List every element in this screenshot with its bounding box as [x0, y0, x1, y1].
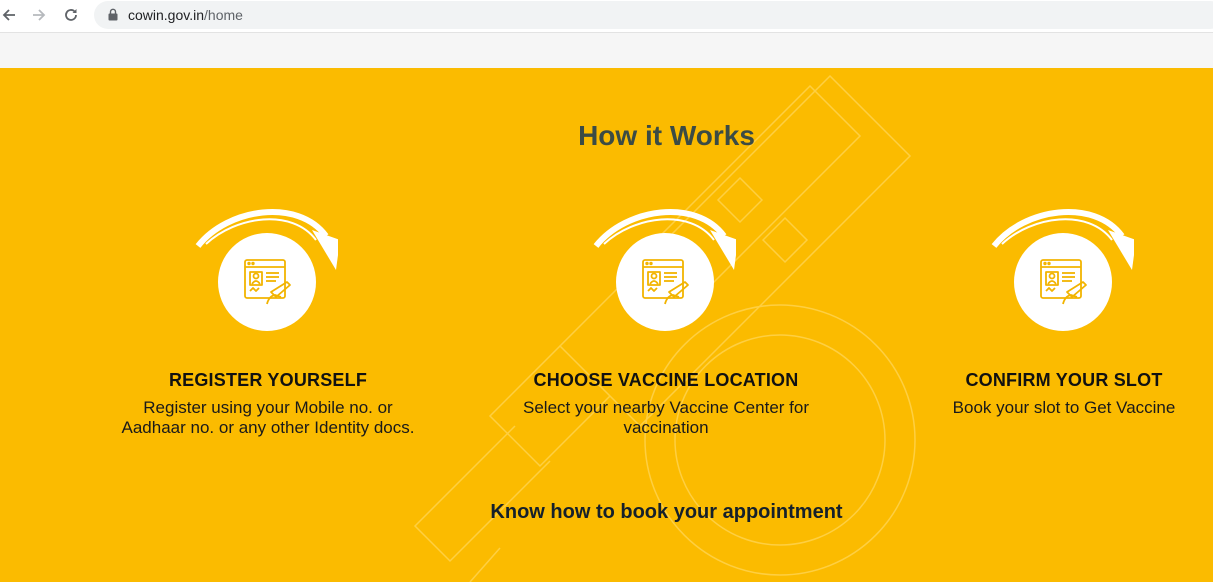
browser-toolbar: cowin.gov.in/home [0, 0, 1213, 32]
section-title: How it Works [578, 120, 755, 151]
step-icon-circle [1014, 233, 1112, 331]
step-icon-circle [616, 233, 714, 331]
step-description: Book your slot to Get Vaccine [952, 398, 1176, 417]
lock-icon [108, 8, 118, 21]
step-register: REGISTER YOURSELF Register using your Mo… [118, 198, 418, 437]
url-domain: cowin.gov.in [128, 7, 205, 23]
step-title: CHOOSE VACCINE LOCATION [533, 370, 799, 390]
forward-button[interactable] [28, 4, 50, 26]
registration-form-icon [1040, 259, 1087, 305]
page-header-strip [0, 32, 1213, 68]
know-how-to-book-link[interactable]: Know how to book your appointment [0, 501, 1213, 524]
step-title: REGISTER YOURSELF [168, 370, 368, 390]
address-bar[interactable]: cowin.gov.in/home [94, 1, 1213, 29]
step-graphic [516, 198, 816, 338]
step-choose-location: CHOOSE VACCINE LOCATION Select your near… [516, 198, 816, 437]
step-icon-circle [218, 233, 316, 331]
step-description: Register using your Mobile no. or Aadhaa… [121, 398, 415, 437]
reload-icon [65, 9, 77, 21]
step-confirm-slot: CONFIRM YOUR SLOT Book your slot to Get … [914, 198, 1213, 417]
url-text: cowin.gov.in/home [128, 7, 243, 23]
back-button[interactable] [0, 4, 20, 26]
forward-icon [33, 9, 46, 21]
registration-form-icon [642, 259, 689, 305]
registration-form-icon [244, 259, 291, 305]
step-graphic [914, 198, 1213, 338]
step-graphic [118, 198, 418, 338]
url-path: /home [204, 7, 243, 23]
how-it-works-section: How it Works REGISTER YOURSELF Register … [0, 68, 1213, 582]
step-title: CONFIRM YOUR SLOT [965, 370, 1163, 390]
step-description: Select your nearby Vaccine Center for va… [523, 398, 809, 437]
back-icon [2, 9, 15, 21]
reload-button[interactable] [60, 4, 82, 26]
